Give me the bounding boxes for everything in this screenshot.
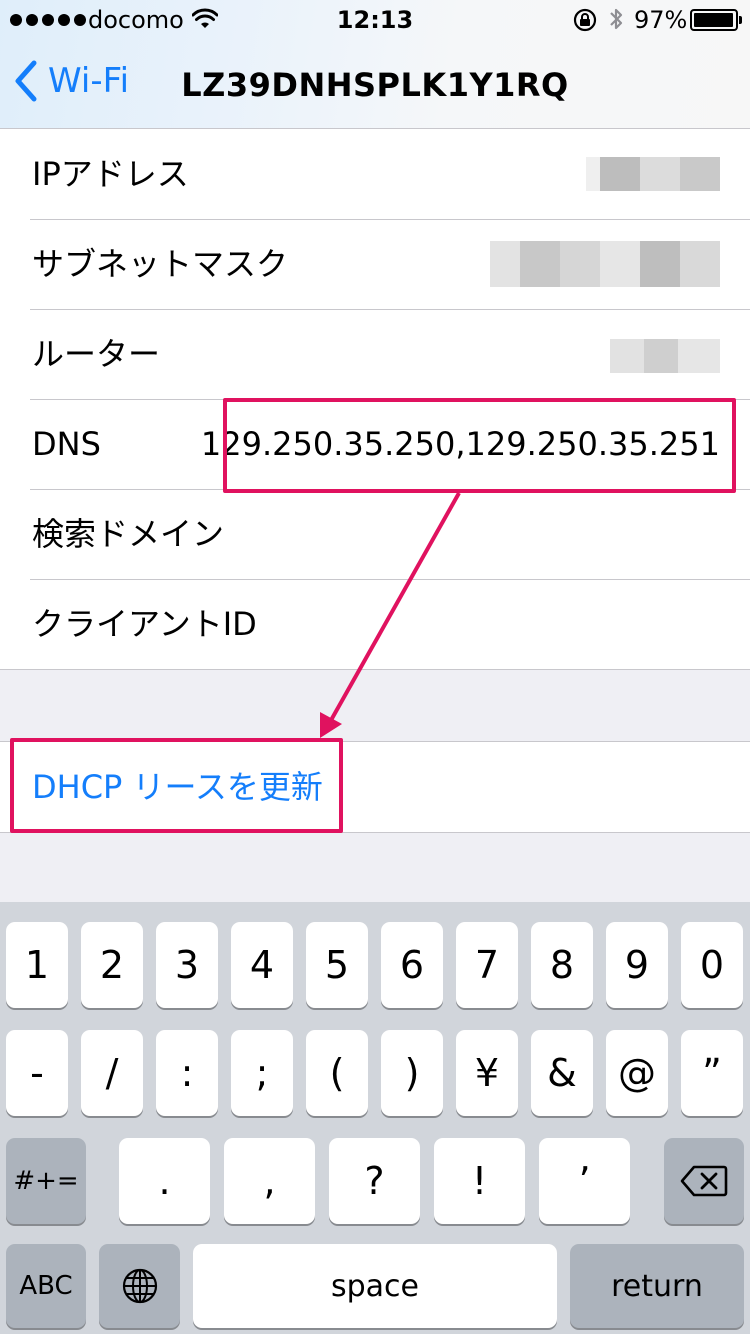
row-label: ルーター [32, 335, 161, 373]
bluetooth-icon [608, 6, 624, 38]
row-router: ルーター [0, 309, 750, 399]
row-search-domain[interactable]: 検索ドメイン [0, 489, 750, 579]
key-4[interactable]: 4 [231, 922, 293, 1008]
key-period[interactable]: . [119, 1138, 210, 1224]
key-5[interactable]: 5 [306, 922, 368, 1008]
backspace-icon [680, 1165, 728, 1197]
top-bar: docomo 12:13 97% Wi-Fi LZ39DNHSPLK1Y1RQ [0, 0, 750, 129]
globe-icon [122, 1268, 157, 1304]
key-question[interactable]: ? [329, 1138, 420, 1224]
key-colon[interactable]: : [156, 1030, 218, 1116]
row-subnet-mask: サブネットマスク [0, 219, 750, 309]
space-key[interactable]: space [193, 1244, 557, 1328]
key-ampersand[interactable]: & [531, 1030, 593, 1116]
key-2[interactable]: 2 [81, 922, 143, 1008]
row-label: クライアントID [32, 605, 257, 643]
renew-highlight-box [10, 738, 343, 833]
key-hyphen[interactable]: - [6, 1030, 68, 1116]
return-key[interactable]: return [570, 1244, 744, 1328]
page-title: LZ39DNHSPLK1Y1RQ [181, 66, 569, 104]
redacted-value [586, 157, 720, 191]
navigation-bar: Wi-Fi LZ39DNHSPLK1Y1RQ [0, 40, 750, 128]
key-open-paren[interactable]: ( [306, 1030, 368, 1116]
dns-highlight-box [223, 398, 736, 493]
key-comma[interactable]: , [224, 1138, 315, 1224]
numeric-keyboard: 1 2 3 4 5 6 7 8 9 0 - / : ; ( ) ¥ & @ ” … [0, 902, 750, 1334]
key-9[interactable]: 9 [606, 922, 668, 1008]
key-7[interactable]: 7 [456, 922, 518, 1008]
globe-button[interactable] [99, 1244, 180, 1328]
row-label: 検索ドメイン [32, 515, 225, 553]
key-close-paren[interactable]: ) [381, 1030, 443, 1116]
key-quote[interactable]: ” [681, 1030, 743, 1116]
key-3[interactable]: 3 [156, 922, 218, 1008]
key-semicolon[interactable]: ; [231, 1030, 293, 1116]
row-label: サブネットマスク [32, 245, 289, 283]
row-ip-address: IPアドレス [0, 129, 750, 219]
delete-button[interactable] [664, 1138, 744, 1224]
key-at[interactable]: @ [606, 1030, 668, 1116]
row-label: IPアドレス [32, 155, 189, 193]
battery-icon [690, 9, 742, 31]
redacted-value [610, 339, 720, 373]
key-slash[interactable]: / [81, 1030, 143, 1116]
key-8[interactable]: 8 [531, 922, 593, 1008]
row-client-id[interactable]: クライアントID [0, 579, 750, 669]
redacted-value [490, 241, 720, 287]
key-more-symbols[interactable]: #+= [6, 1138, 86, 1224]
key-6[interactable]: 6 [381, 922, 443, 1008]
battery-percent: 97% [634, 6, 688, 34]
key-0[interactable]: 0 [681, 922, 743, 1008]
key-exclamation[interactable]: ! [434, 1138, 525, 1224]
key-1[interactable]: 1 [6, 922, 68, 1008]
orientation-lock-icon [572, 8, 598, 38]
row-label: DNS [32, 425, 101, 463]
key-yen[interactable]: ¥ [456, 1030, 518, 1116]
status-bar: docomo 12:13 97% [0, 0, 750, 40]
key-apostrophe[interactable]: ’ [539, 1138, 630, 1224]
key-abc[interactable]: ABC [6, 1244, 86, 1328]
